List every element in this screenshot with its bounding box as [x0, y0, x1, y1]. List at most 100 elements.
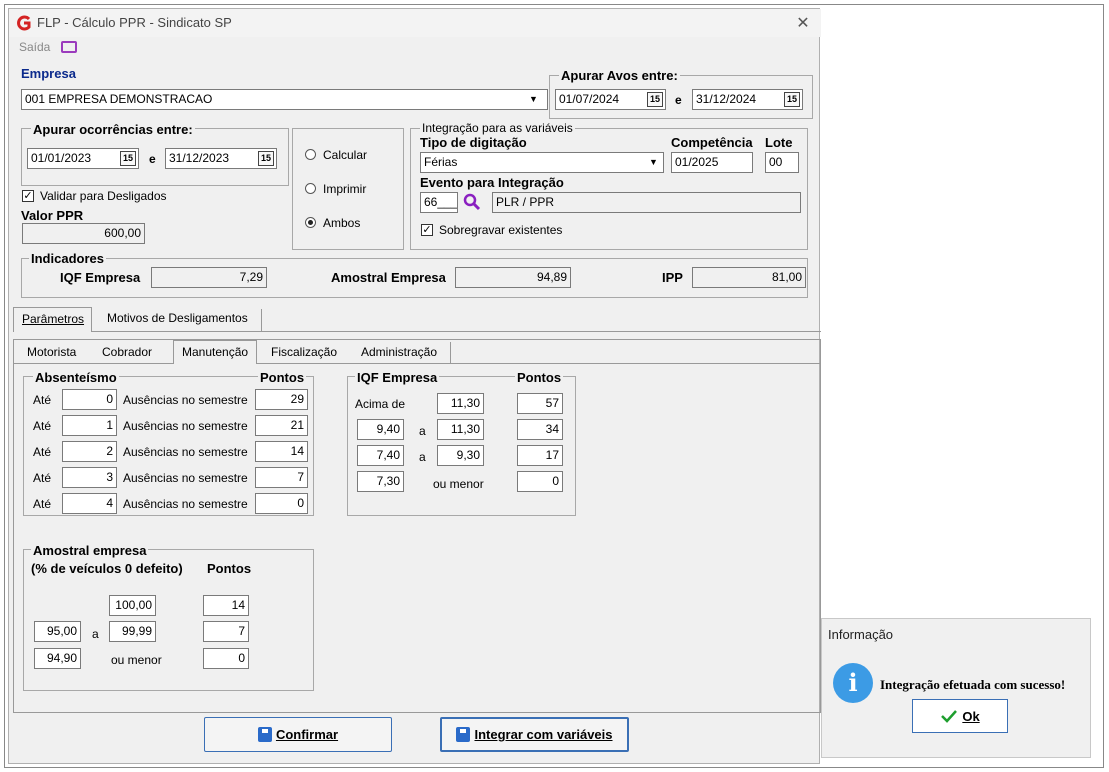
tab-administracao-label: Administração — [361, 345, 438, 359]
close-icon[interactable]: ✕ — [793, 13, 813, 33]
tab-divider — [13, 331, 821, 332]
abs-row-1-valor[interactable]: 1 — [62, 415, 117, 436]
monitor-icon[interactable] — [61, 41, 77, 53]
abs-row-2-desc: Ausências no semestre — [123, 445, 248, 459]
iqf-menor-value[interactable]: 7,30 — [357, 471, 404, 492]
valor-ppr-label: Valor PPR — [21, 208, 84, 223]
abs-row-1-pontos[interactable]: 21 — [255, 415, 308, 436]
amostral-menor-label: ou menor — [111, 653, 162, 667]
ambos-label: Ambos — [323, 216, 361, 230]
tab-parametros[interactable]: Parâmetros — [13, 307, 92, 332]
calcular-radio[interactable] — [305, 149, 316, 160]
tab-motivos[interactable]: Motivos de Desligamentos — [99, 307, 256, 331]
empresa-select[interactable]: 001 EMPRESA DEMONSTRACAO — [21, 89, 548, 110]
avos-label: Apurar Avos entre: — [559, 68, 680, 83]
abs-row-3-valor[interactable]: 3 — [62, 467, 117, 488]
iqf-r2-pontos[interactable]: 17 — [517, 445, 563, 466]
iqf-r2-from[interactable]: 7,40 — [357, 445, 404, 466]
amostral-menor-value[interactable]: 94,90 — [34, 648, 81, 669]
sobregravar-checkbox[interactable]: ✓ — [421, 224, 433, 236]
abs-row-2-valor[interactable]: 2 — [62, 441, 117, 462]
amostral-menor-pontos[interactable]: 0 — [203, 648, 249, 669]
iqf-r1-pontos[interactable]: 34 — [517, 419, 563, 440]
abs-row-3-desc: Ausências no semestre — [123, 471, 248, 485]
ok-button[interactable]: Ok — [912, 699, 1008, 733]
ocorrencias-label: Apurar ocorrências entre: — [31, 122, 195, 137]
tipo-value: Férias — [424, 155, 458, 169]
amostral-r1-pontos[interactable]: 7 — [203, 621, 249, 642]
avos-sep: e — [675, 93, 682, 107]
competencia-field[interactable]: 01/2025 — [671, 152, 753, 173]
calendar-icon[interactable]: 15 — [120, 151, 136, 166]
app-logo-icon — [17, 15, 31, 31]
tipo-select[interactable]: Férias — [420, 152, 664, 173]
competencia-label: Competência — [671, 135, 753, 150]
lote-field[interactable]: 00 — [765, 152, 799, 173]
ambos-radio[interactable] — [305, 217, 316, 228]
tab-manutencao[interactable]: Manutenção — [173, 340, 258, 364]
iqf-label: IQF Empresa — [60, 270, 141, 285]
chevron-down-icon[interactable]: ▼ — [529, 94, 538, 104]
chevron-down-icon[interactable]: ▼ — [649, 157, 658, 167]
tab-motorista[interactable]: Motorista — [19, 341, 84, 365]
abs-row-0-pontos[interactable]: 29 — [255, 389, 308, 410]
abs-row-0-valor[interactable]: 0 — [62, 389, 117, 410]
abs-row-0-desc: Ausências no semestre — [123, 393, 248, 407]
confirmar-button[interactable]: Confirmar — [204, 717, 392, 752]
amostral-r1-from[interactable]: 95,00 — [34, 621, 81, 642]
amostral-top-value[interactable]: 100,00 — [109, 595, 156, 616]
abs-row-2-pontos[interactable]: 14 — [255, 441, 308, 462]
search-icon[interactable] — [463, 193, 481, 211]
absenteismo-pontos-label: Pontos — [258, 370, 307, 385]
iqf-r1-from[interactable]: 9,40 — [357, 419, 404, 440]
main-window: FLP - Cálculo PPR - Sindicato SP ✕ Saída… — [8, 8, 821, 764]
calendar-icon[interactable]: 15 — [258, 151, 274, 166]
abs-row-4-pontos[interactable]: 0 — [255, 493, 308, 514]
tab-fiscalizacao-label: Fiscalização — [271, 345, 338, 359]
ipp-label: IPP — [662, 270, 683, 285]
evento-code-field[interactable]: 66___ — [420, 192, 458, 213]
iqf-menor-pontos[interactable]: 0 — [517, 471, 563, 492]
abs-row-4-desc: Ausências no semestre — [123, 497, 248, 511]
calendar-icon[interactable]: 15 — [647, 92, 663, 107]
iqf-value: 7,29 — [151, 267, 267, 288]
avos-start-value: 01/07/2024 — [559, 92, 620, 106]
validar-checkbox[interactable]: ✓ — [22, 190, 34, 202]
subtab-separator — [450, 342, 451, 363]
amostral-r1-a: a — [92, 627, 99, 641]
empresa-value: 001 EMPRESA DEMONSTRACAO — [25, 92, 213, 106]
tab-administracao[interactable]: Administração — [353, 341, 445, 365]
amostral-label: Amostral empresa — [31, 543, 149, 558]
absenteismo-label: Absenteísmo — [33, 370, 119, 385]
iqf-r2-to[interactable]: 9,30 — [437, 445, 484, 466]
abs-row-4-valor[interactable]: 4 — [62, 493, 117, 514]
iqf-acima-value[interactable]: 11,30 — [437, 393, 484, 414]
empresa-label: Empresa — [21, 66, 76, 81]
indicadores-label: Indicadores — [29, 251, 106, 266]
tab-cobrador[interactable]: Cobrador — [94, 341, 160, 365]
abs-row-1-ate: Até — [33, 419, 52, 433]
tab-cobrador-label: Cobrador — [102, 345, 153, 359]
imprimir-radio[interactable] — [305, 183, 316, 194]
menu-saida[interactable]: Saída — [19, 40, 50, 54]
abs-row-1-desc: Ausências no semestre — [123, 419, 248, 433]
integrar-button[interactable]: Integrar com variáveis — [440, 717, 629, 752]
iqf-r1-to[interactable]: 11,30 — [437, 419, 484, 440]
imprimir-label: Imprimir — [323, 182, 367, 196]
tab-manutencao-label: Manutenção — [182, 345, 249, 359]
amostral-top-pontos[interactable]: 14 — [203, 595, 249, 616]
amostral-value: 94,89 — [455, 267, 571, 288]
validar-label: Validar para Desligados — [40, 189, 167, 203]
amostral-r1-to[interactable]: 99,99 — [109, 621, 156, 642]
info-icon: i — [833, 663, 873, 703]
valor-ppr-field: 600,00 — [22, 223, 145, 244]
iqf-acima-pontos[interactable]: 57 — [517, 393, 563, 414]
tab-parametros-label: Parâmetros — [22, 312, 85, 326]
abs-row-3-pontos[interactable]: 7 — [255, 467, 308, 488]
ocorrencias-start-value: 01/01/2023 — [31, 151, 92, 165]
iqf-acima-label: Acima de — [355, 397, 406, 411]
tab-fiscalizacao[interactable]: Fiscalização — [263, 341, 345, 365]
calendar-icon[interactable]: 15 — [784, 92, 800, 107]
window-title: FLP - Cálculo PPR - Sindicato SP — [37, 15, 232, 30]
ipp-value: 81,00 — [692, 267, 806, 288]
